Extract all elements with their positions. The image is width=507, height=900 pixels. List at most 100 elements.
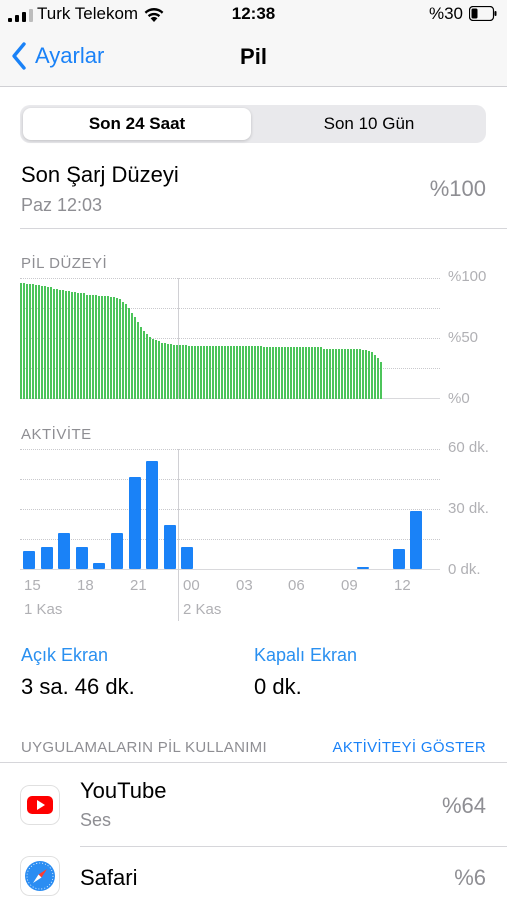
- screen-on-label: Açık Ekran: [21, 645, 109, 665]
- last-charge-value: %100: [429, 176, 486, 201]
- battery-level-bar: [44, 286, 46, 399]
- battery-level-bar: [179, 345, 181, 399]
- activity-bar: [40, 547, 53, 569]
- battery-axis-label-0: %0: [448, 390, 470, 407]
- battery-level-bar: [341, 348, 343, 399]
- activity-axis-label-60: 60 dk.: [448, 439, 489, 456]
- x-tick-label: 03: [236, 577, 253, 594]
- page-title: Pil: [240, 44, 267, 69]
- battery-level-bar: [206, 346, 208, 399]
- activity-bar: [357, 567, 370, 569]
- battery-level-bar: [299, 347, 301, 399]
- battery-level-bar: [155, 340, 157, 399]
- x-tick-label: 00: [183, 577, 200, 594]
- activity-axis-label-0: 0 dk.: [448, 561, 481, 578]
- battery-level-bar: [68, 291, 70, 399]
- battery-level-bar: [350, 348, 352, 399]
- battery-level-bar: [251, 346, 253, 399]
- battery-level-bar: [134, 317, 136, 399]
- battery-level-bar: [143, 330, 145, 399]
- battery-level-bar: [128, 307, 130, 399]
- last-charge-title: Son Şarj Düzeyi: [21, 162, 179, 187]
- x-tick-label: 06: [288, 577, 305, 594]
- battery-level-bar: [191, 346, 193, 399]
- battery-level-bar: [272, 347, 274, 399]
- battery-level-bar: [374, 354, 376, 399]
- battery-level-bar: [164, 342, 166, 399]
- gridline: [20, 509, 440, 510]
- battery-level-bar: [371, 352, 373, 399]
- battery-level-bar: [38, 285, 40, 399]
- battery-level-bar: [209, 346, 211, 399]
- battery-level-bar: [266, 347, 268, 399]
- battery-level-bar: [41, 286, 43, 399]
- app-row-safari[interactable]: Safari %6: [0, 847, 507, 900]
- battery-level-bar: [275, 347, 277, 399]
- battery-level-bar: [323, 348, 325, 399]
- battery-level-bar: [233, 346, 235, 399]
- battery-level-bar: [230, 346, 232, 399]
- battery-level-bar: [80, 293, 82, 399]
- battery-level-bar: [185, 345, 187, 399]
- activity-bar: [128, 477, 141, 569]
- battery-level-bar: [326, 348, 328, 399]
- battery-level-bar: [146, 334, 148, 399]
- battery-level-bar: [101, 295, 103, 399]
- app-battery-usage-header: UYGULAMALARIN PİL KULLANIMI: [21, 739, 267, 756]
- battery-axis-label-100: %100: [448, 268, 487, 285]
- battery-level-bar: [281, 347, 283, 399]
- battery-level-bar: [212, 346, 214, 399]
- battery-level-bar: [236, 346, 238, 399]
- battery-level-bar: [308, 347, 310, 399]
- app-name: Safari: [80, 865, 138, 890]
- battery-level-bar: [311, 347, 313, 399]
- battery-level-bar: [20, 282, 22, 399]
- battery-level-bar: [245, 346, 247, 399]
- navigation-bar: Ayarlar Pil: [0, 30, 507, 87]
- battery-level-bar: [377, 358, 379, 399]
- battery-level-bar: [140, 327, 142, 399]
- gridline: [20, 278, 440, 279]
- battery-level-bar: [242, 346, 244, 399]
- x-tick-label: 21: [130, 577, 147, 594]
- battery-level-bar: [89, 294, 91, 399]
- app-row-youtube[interactable]: YouTube Ses %64: [0, 763, 507, 846]
- battery-level-bar: [356, 348, 358, 399]
- activity-axis-label-30: 30 dk.: [448, 500, 489, 517]
- battery-level-bar: [167, 343, 169, 399]
- battery-level-bar: [338, 348, 340, 399]
- battery-level-bar: [83, 293, 85, 399]
- battery-level-bar: [365, 349, 367, 399]
- youtube-icon: [20, 785, 60, 825]
- battery-level-bar: [95, 294, 97, 399]
- screen-off-label: Kapalı Ekran: [254, 645, 358, 665]
- battery-level-bar: [77, 293, 79, 399]
- segment-last-24-hours[interactable]: Son 24 Saat: [23, 108, 251, 140]
- battery-level-bar: [362, 349, 364, 399]
- battery-level-bar: [149, 336, 151, 399]
- battery-level-bar: [218, 346, 220, 399]
- battery-level-bar: [47, 287, 49, 399]
- battery-level-bar: [221, 346, 223, 399]
- battery-level-bar: [254, 346, 256, 399]
- battery-level-bar: [368, 351, 370, 399]
- app-usage-percent: %6: [454, 865, 486, 890]
- segment-last-10-days[interactable]: Son 10 Gün: [255, 108, 483, 140]
- battery-level-bar: [35, 285, 37, 399]
- battery-level-bar: [290, 347, 292, 399]
- battery-level-bar: [224, 346, 226, 399]
- battery-level-bar: [161, 342, 163, 399]
- battery-level-bar: [317, 347, 319, 399]
- battery-level-bar: [302, 347, 304, 399]
- activity-label: AKTİVİTE: [21, 426, 92, 443]
- battery-level-bar: [359, 348, 361, 399]
- battery-level-bar: [353, 348, 355, 399]
- battery-level-bar: [173, 345, 175, 399]
- battery-level-bar: [137, 322, 139, 399]
- battery-level-bar: [176, 345, 178, 399]
- battery-level-bar: [215, 346, 217, 399]
- battery-level-bar: [344, 348, 346, 399]
- battery-level-bar: [59, 289, 61, 399]
- show-activity-button[interactable]: AKTİVİTEYİ GÖSTER: [333, 739, 486, 756]
- status-bar: Turk Telekom 12:38 %30: [0, 0, 507, 30]
